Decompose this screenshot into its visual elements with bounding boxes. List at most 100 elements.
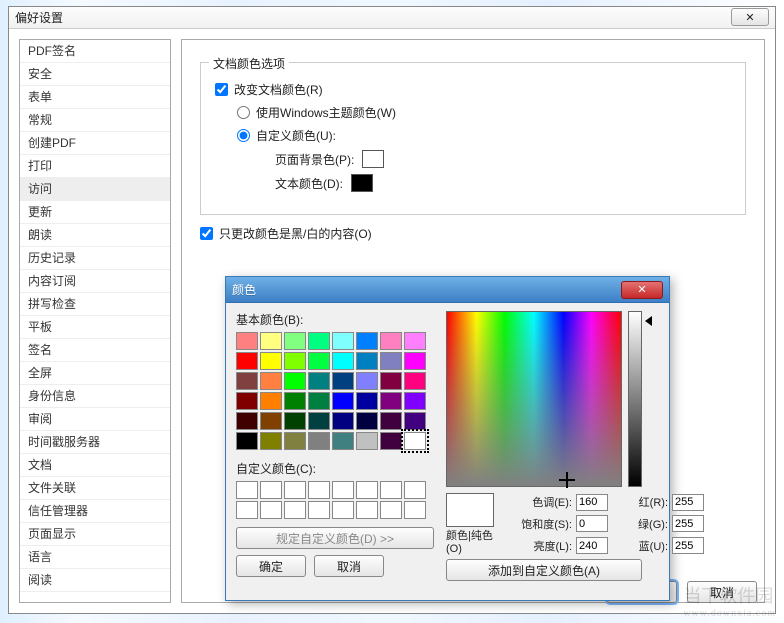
hue-sat-field[interactable]: [446, 311, 622, 487]
basic-color-cell[interactable]: [380, 412, 402, 430]
custom-color-cell[interactable]: [236, 481, 258, 499]
sidebar-item[interactable]: PDF签名: [20, 40, 170, 63]
basic-color-cell[interactable]: [380, 332, 402, 350]
basic-color-cell[interactable]: [260, 372, 282, 390]
basic-color-cell[interactable]: [404, 372, 426, 390]
basic-color-cell[interactable]: [260, 432, 282, 450]
basic-color-cell[interactable]: [236, 332, 258, 350]
basic-color-cell[interactable]: [236, 412, 258, 430]
basic-color-cell[interactable]: [284, 352, 306, 370]
basic-color-cell[interactable]: [260, 352, 282, 370]
sidebar-item[interactable]: 表单: [20, 86, 170, 109]
sidebar-item[interactable]: 更新: [20, 201, 170, 224]
custom-color-label[interactable]: 自定义颜色(U):: [256, 127, 336, 144]
sidebar-item[interactable]: 时间戳服务器: [20, 431, 170, 454]
basic-color-cell[interactable]: [332, 432, 354, 450]
color-picker-cancel-button[interactable]: 取消: [314, 555, 384, 577]
basic-color-cell[interactable]: [404, 432, 426, 450]
windows-theme-label[interactable]: 使用Windows主题颜色(W): [256, 104, 396, 121]
basic-color-cell[interactable]: [332, 412, 354, 430]
red-input[interactable]: [672, 494, 704, 511]
basic-color-cell[interactable]: [308, 372, 330, 390]
custom-color-cell[interactable]: [308, 481, 330, 499]
custom-color-cell[interactable]: [404, 481, 426, 499]
sidebar-item[interactable]: 语言: [20, 546, 170, 569]
custom-color-cell[interactable]: [284, 501, 306, 519]
custom-color-cell[interactable]: [380, 501, 402, 519]
basic-color-cell[interactable]: [380, 372, 402, 390]
basic-color-cell[interactable]: [380, 392, 402, 410]
sidebar-item[interactable]: 文件关联: [20, 477, 170, 500]
custom-color-cell[interactable]: [404, 501, 426, 519]
sidebar-item[interactable]: 访问: [20, 178, 170, 201]
basic-color-cell[interactable]: [404, 392, 426, 410]
basic-color-cell[interactable]: [404, 412, 426, 430]
custom-color-cell[interactable]: [332, 481, 354, 499]
sidebar-item[interactable]: 平板: [20, 316, 170, 339]
only-bw-checkbox[interactable]: [200, 227, 213, 240]
basic-color-cell[interactable]: [332, 352, 354, 370]
sidebar-item[interactable]: 内容订阅: [20, 270, 170, 293]
basic-color-cell[interactable]: [260, 412, 282, 430]
color-picker-titlebar[interactable]: 颜色 ✕: [226, 277, 669, 303]
sidebar-item[interactable]: 拼写检查: [20, 293, 170, 316]
custom-color-cell[interactable]: [236, 501, 258, 519]
basic-color-cell[interactable]: [308, 352, 330, 370]
basic-color-cell[interactable]: [356, 332, 378, 350]
custom-color-cell[interactable]: [308, 501, 330, 519]
basic-color-cell[interactable]: [236, 432, 258, 450]
change-doc-color-checkbox[interactable]: [215, 83, 228, 96]
basic-color-cell[interactable]: [236, 372, 258, 390]
only-bw-label[interactable]: 只更改颜色是黑/白的内容(O): [219, 225, 372, 242]
sidebar-item[interactable]: 打印: [20, 155, 170, 178]
blue-input[interactable]: [672, 537, 704, 554]
sidebar-item[interactable]: 信任管理器: [20, 500, 170, 523]
sidebar-item[interactable]: 页面显示: [20, 523, 170, 546]
hue-input[interactable]: [576, 494, 608, 511]
basic-color-cell[interactable]: [308, 412, 330, 430]
basic-color-cell[interactable]: [332, 332, 354, 350]
sidebar-item[interactable]: 审阅: [20, 408, 170, 431]
lum-input[interactable]: [576, 537, 608, 554]
sidebar-item[interactable]: 创建PDF: [20, 132, 170, 155]
custom-color-radio[interactable]: [237, 129, 250, 142]
basic-color-cell[interactable]: [308, 392, 330, 410]
sidebar-item[interactable]: 身份信息: [20, 385, 170, 408]
basic-color-cell[interactable]: [260, 332, 282, 350]
basic-color-cell[interactable]: [356, 372, 378, 390]
basic-color-cell[interactable]: [284, 372, 306, 390]
custom-color-cell[interactable]: [260, 501, 282, 519]
basic-color-cell[interactable]: [332, 392, 354, 410]
page-bg-swatch[interactable]: [362, 150, 384, 168]
basic-color-cell[interactable]: [236, 352, 258, 370]
custom-color-cell[interactable]: [380, 481, 402, 499]
color-picker-close-button[interactable]: ✕: [621, 281, 663, 299]
basic-color-cell[interactable]: [356, 352, 378, 370]
basic-color-cell[interactable]: [356, 432, 378, 450]
sidebar-item[interactable]: 朗读: [20, 224, 170, 247]
sidebar-item[interactable]: 常规: [20, 109, 170, 132]
add-to-custom-button[interactable]: 添加到自定义颜色(A): [446, 559, 642, 581]
custom-color-cell[interactable]: [356, 481, 378, 499]
color-picker-ok-button[interactable]: 确定: [236, 555, 306, 577]
basic-color-cell[interactable]: [356, 392, 378, 410]
preferences-sidebar[interactable]: PDF签名安全表单常规创建PDF打印访问更新朗读历史记录内容订阅拼写检查平板签名…: [19, 39, 171, 603]
basic-color-cell[interactable]: [284, 432, 306, 450]
luminance-slider[interactable]: [628, 311, 642, 487]
change-doc-color-label[interactable]: 改变文档颜色(R): [234, 81, 323, 98]
custom-color-cell[interactable]: [284, 481, 306, 499]
basic-color-cell[interactable]: [404, 352, 426, 370]
windows-theme-radio[interactable]: [237, 106, 250, 119]
sidebar-item[interactable]: 阅读: [20, 569, 170, 592]
custom-color-cell[interactable]: [332, 501, 354, 519]
sidebar-item[interactable]: 安全: [20, 63, 170, 86]
basic-color-cell[interactable]: [380, 432, 402, 450]
basic-color-cell[interactable]: [404, 332, 426, 350]
basic-color-cell[interactable]: [332, 372, 354, 390]
sidebar-item[interactable]: 全屏: [20, 362, 170, 385]
preferences-close-button[interactable]: ✕: [731, 8, 769, 26]
basic-color-cell[interactable]: [284, 332, 306, 350]
custom-color-cell[interactable]: [260, 481, 282, 499]
basic-color-cell[interactable]: [380, 352, 402, 370]
basic-color-cell[interactable]: [260, 392, 282, 410]
